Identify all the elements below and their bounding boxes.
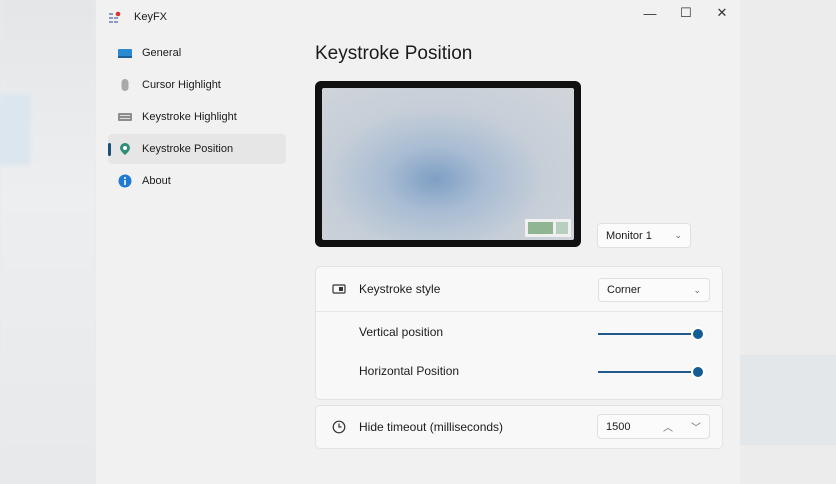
hide-timeout-value: 1500 [606,420,631,433]
monitor-icon [118,49,132,58]
vertical-position-slider[interactable] [598,328,706,340]
maximize-button[interactable]: ☐ [668,4,704,22]
page-title: Keystroke Position [315,43,473,64]
horizontal-position-label: Horizontal Position [359,364,460,378]
sidebar-nav: General Cursor Highlight Keystroke Highl… [108,38,286,198]
app-window: KeyFX — ☐ ✕ General Cursor Highlight Key… [96,0,740,484]
sidebar-item-keystroke-position[interactable]: Keystroke Position [108,134,286,164]
slider-thumb[interactable] [693,367,703,377]
app-title: KeyFX [134,11,168,23]
background-right [740,0,836,484]
sidebar-item-general[interactable]: General [108,38,286,68]
keystroke-style-value: Corner [607,284,641,296]
info-icon [118,174,132,188]
hide-timeout-card: Hide timeout (milliseconds) 1500 ︿ ﹀ [315,405,723,449]
chevron-down-icon: ⌄ [693,284,701,295]
chevron-down-icon: ⌄ [674,230,682,240]
hide-timeout-input[interactable]: 1500 ︿ ﹀ [597,414,710,439]
keystroke-style-label: Keystroke style [359,282,441,296]
sidebar-item-cursor-highlight[interactable]: Cursor Highlight [108,70,286,100]
keystroke-style-dropdown[interactable]: Corner ⌄ [598,278,710,302]
minimize-button[interactable]: — [632,4,668,22]
sidebar-item-about[interactable]: About [108,166,286,196]
mouse-icon [121,79,129,91]
app-logo-icon [109,11,121,23]
sidebar-item-label: Keystroke Highlight [142,111,237,123]
keyboard-icon [118,113,132,121]
title-bar: KeyFX [108,10,167,24]
slider-thumb[interactable] [693,329,703,339]
sidebar-item-keystroke-highlight[interactable]: Keystroke Highlight [108,102,286,132]
monitor-preview [315,81,581,247]
increment-button[interactable]: ︿ [663,419,673,434]
location-pin-icon [120,143,130,155]
hide-timeout-label: Hide timeout (milliseconds) [359,420,504,434]
monitor-dropdown[interactable]: Monitor 1 ⌄ [597,223,691,248]
sidebar-item-label: Cursor Highlight [142,79,221,91]
vertical-position-label: Vertical position [359,325,444,339]
background-left [0,0,96,484]
decrement-button[interactable]: ﹀ [691,419,701,434]
sidebar-item-label: Keystroke Position [142,143,234,155]
keystroke-style-card: Keystroke style Corner ⌄ Vertical positio… [315,266,723,400]
wallpaper-image [322,88,574,240]
close-button[interactable]: ✕ [704,4,740,22]
sidebar-item-label: General [142,47,182,59]
clock-icon [332,420,346,434]
style-icon [332,284,346,294]
keystroke-position-indicator [525,219,571,237]
horizontal-position-slider[interactable] [598,366,706,378]
monitor-selected: Monitor 1 [606,229,652,242]
sidebar-item-label: About [142,175,171,187]
